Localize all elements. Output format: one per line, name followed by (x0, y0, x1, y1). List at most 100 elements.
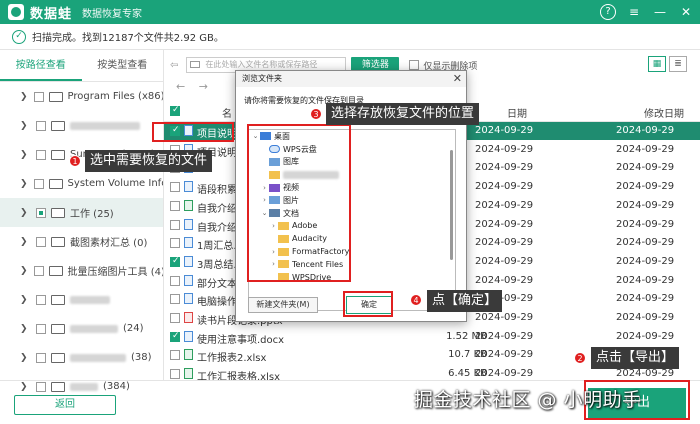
tab-by-path[interactable]: 按路径查看 (0, 50, 82, 81)
column-modified[interactable]: 修改日期 (644, 105, 684, 120)
chevron-right-icon[interactable]: ❯ (20, 237, 30, 247)
row-checkbox[interactable] (170, 256, 180, 267)
tree-checkbox[interactable] (36, 207, 46, 218)
tree-checkbox[interactable] (36, 352, 46, 363)
folder-back-icon[interactable]: ⇦ (170, 60, 178, 71)
menu-icon[interactable]: ≡ (626, 4, 642, 20)
file-modified: 2024-09-29 (616, 274, 675, 286)
new-folder-button[interactable]: 新建文件夹(M) (248, 297, 318, 313)
tree-item-label: (24) (123, 323, 144, 334)
chevron-right-icon[interactable]: ❯ (20, 150, 30, 160)
dialog-title: 浏览文件夹 (236, 71, 466, 87)
column-created[interactable]: 日期 (507, 105, 527, 120)
file-created: 2024-09-29 (475, 125, 534, 136)
arrow-left-icon[interactable]: ← (176, 80, 185, 93)
folder-icon (51, 149, 65, 160)
folder-icon (190, 61, 201, 68)
chevron-right-icon[interactable]: ❯ (20, 266, 28, 276)
close-icon[interactable]: ✕ (678, 4, 694, 20)
tree-checkbox[interactable] (36, 323, 46, 334)
tree-checkbox[interactable] (36, 236, 46, 247)
tree-item[interactable]: ❯ 批量压缩图片工具 (4) (0, 256, 163, 285)
tree-item[interactable]: ❯ (24) (0, 314, 163, 343)
tree-item[interactable]: ❯ System Volume Informati (0, 169, 163, 198)
file-modified: 2024-09-29 (616, 143, 675, 155)
file-icon (184, 237, 193, 249)
arrow-right-icon[interactable]: → (199, 80, 208, 93)
file-created: 2024-09-29 (475, 218, 534, 230)
tree-item[interactable]: ❯ 截图素材汇总 (0) (0, 227, 163, 256)
file-created: 2024-09-29 (475, 255, 534, 267)
watermark: 掘金技术社区 @ 小明助手 (414, 389, 642, 411)
file-icon (184, 218, 193, 230)
tree-checkbox[interactable] (36, 149, 46, 160)
file-icon (184, 255, 193, 267)
select-all-checkbox[interactable] (170, 105, 180, 116)
tree-item[interactable]: ❯ Program Files (x86) (3010 (0, 82, 163, 111)
file-created: 2024-09-29 (475, 143, 534, 155)
help-icon[interactable]: ? (600, 4, 616, 20)
app-name: 数据蛙 (30, 6, 73, 22)
file-modified: 2024-09-29 (616, 125, 675, 136)
tree-item-label: Program Files (x86) (3010 (67, 91, 163, 102)
chevron-right-icon[interactable]: ❯ (20, 92, 28, 102)
tree-item-work[interactable]: ❯ 工作 (25) (0, 198, 163, 227)
chevron-right-icon[interactable]: ❯ (20, 353, 30, 363)
file-created: 2024-09-29 (475, 349, 534, 361)
tree-item[interactable]: ❯ (38) (0, 343, 163, 372)
table-row[interactable]: 使用注意事项.docx1.52 MB2024-09-292024-09-29 (164, 328, 700, 346)
file-created: 2024-09-29 (475, 330, 534, 342)
row-checkbox[interactable] (170, 182, 180, 193)
chevron-right-icon[interactable]: ❯ (20, 179, 28, 189)
step-badge-1: 1 (69, 155, 81, 167)
row-checkbox[interactable] (170, 275, 180, 286)
folder-icon (48, 91, 63, 102)
chevron-right-icon[interactable]: ❯ (20, 295, 30, 305)
window-controls: ? ≡ — ✕ (600, 4, 694, 20)
tree-checkbox[interactable] (36, 294, 46, 305)
row-checkbox[interactable] (170, 369, 180, 380)
tree-scrollbar[interactable] (450, 150, 453, 260)
row-checkbox[interactable] (170, 294, 180, 305)
callout-step-2: 点击【导出】 (591, 347, 680, 369)
tree-checkbox[interactable] (33, 178, 44, 189)
minimize-icon[interactable]: — (652, 4, 668, 20)
file-modified: 2024-09-29 (616, 330, 675, 342)
tree-checkbox[interactable] (33, 265, 44, 276)
folder-icon (48, 265, 63, 276)
tree-item-label: System Volume Informati (67, 178, 163, 189)
tree-item[interactable]: ❯ (0, 111, 163, 140)
row-checkbox[interactable] (170, 331, 180, 342)
file-modified: 2024-09-29 (616, 368, 675, 380)
back-button[interactable]: 返回 (14, 395, 116, 415)
chevron-right-icon[interactable]: ❯ (20, 208, 30, 218)
callout-step-1: 选中需要恢复的文件 (85, 150, 213, 172)
view-mode-tabs: 按路径查看 按类型查看 (0, 50, 163, 82)
only-deleted-checkbox[interactable] (409, 60, 420, 70)
row-checkbox[interactable] (170, 200, 180, 211)
redacted-label (70, 353, 126, 362)
file-modified: 2024-09-29 (616, 162, 675, 174)
highlight-folder-tree (247, 124, 351, 282)
dialog-close-icon[interactable]: ✕ (453, 72, 462, 85)
chevron-right-icon[interactable]: ❯ (20, 121, 30, 131)
row-checkbox[interactable] (170, 313, 180, 323)
step-badge-4: 4 (410, 294, 422, 306)
grid-view-icon[interactable]: ▦ (648, 56, 666, 72)
chevron-right-icon[interactable]: ❯ (20, 324, 30, 334)
app-subtitle: 数据恢复专家 (82, 8, 143, 20)
file-modified: 2024-09-29 (616, 181, 675, 193)
callout-step-4: 点【确定】 (427, 290, 503, 312)
list-view-icon[interactable]: ≣ (669, 56, 687, 72)
tree-item[interactable]: ❯ (0, 285, 163, 314)
column-name[interactable]: 名 (222, 105, 232, 120)
row-checkbox[interactable] (170, 219, 180, 230)
tab-by-type[interactable]: 按类型查看 (82, 50, 164, 81)
file-name: 工作报表2.xlsx (197, 353, 267, 365)
tree-checkbox[interactable] (36, 120, 46, 131)
row-checkbox[interactable] (170, 350, 180, 361)
app-logo-icon (8, 4, 24, 20)
redacted-label (70, 121, 140, 130)
tree-checkbox[interactable] (33, 91, 44, 102)
row-checkbox[interactable] (170, 238, 180, 249)
